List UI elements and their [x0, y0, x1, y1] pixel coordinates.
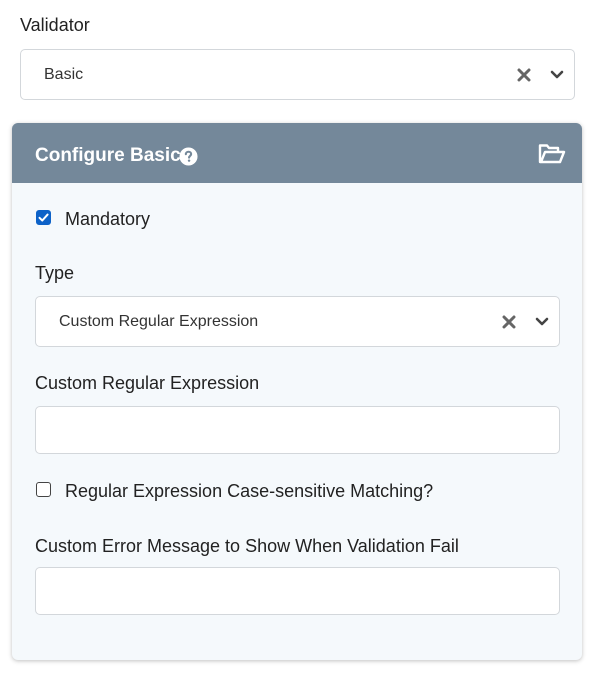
type-selected-value: Custom Regular Expression: [59, 312, 259, 330]
type-label: Type: [35, 263, 75, 283]
validator-label: Validator: [20, 15, 90, 35]
clear-x-icon[interactable]: [502, 315, 516, 329]
custom-regex-label: Custom Regular Expression: [35, 373, 260, 393]
custom-regex-input[interactable]: [35, 406, 560, 454]
error-message-label: Custom Error Message to Show When Valida…: [35, 536, 459, 556]
error-message-input[interactable]: [35, 567, 560, 615]
configure-panel: Configure Basic Mandatory Type Custom Re…: [12, 123, 582, 660]
validator-select[interactable]: Basic: [20, 49, 575, 100]
checkmark-icon: [38, 213, 49, 222]
validator-selected-value: Basic: [44, 65, 84, 83]
panel-header: Configure Basic: [12, 123, 582, 183]
chevron-down-icon[interactable]: [550, 70, 564, 80]
folder-open-icon[interactable]: [538, 143, 566, 165]
mandatory-label: Mandatory: [65, 209, 151, 229]
case-sensitive-label: Regular Expression Case-sensitive Matchi…: [65, 481, 434, 501]
case-sensitive-checkbox[interactable]: [36, 482, 51, 497]
question-circle-icon[interactable]: [179, 147, 198, 166]
panel-title: Configure Basic: [35, 145, 181, 166]
type-select[interactable]: Custom Regular Expression: [35, 296, 560, 347]
mandatory-checkbox[interactable]: [36, 210, 51, 225]
clear-x-icon[interactable]: [517, 68, 531, 82]
chevron-down-icon[interactable]: [535, 317, 549, 327]
